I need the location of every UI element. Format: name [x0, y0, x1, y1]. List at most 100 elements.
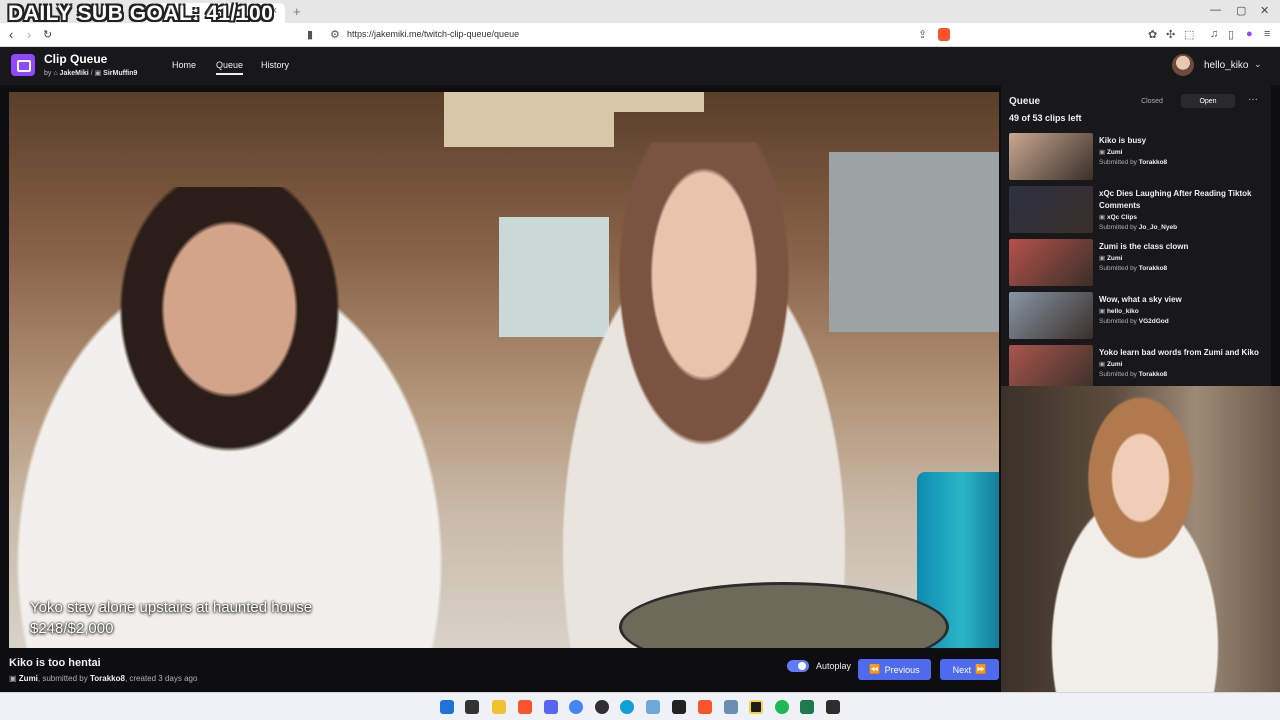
next-label: Next [952, 664, 972, 675]
app-icon[interactable] [672, 700, 686, 714]
maximize-icon[interactable]: ▢ [1236, 4, 1246, 17]
minimize-icon[interactable]: — [1210, 4, 1221, 16]
queue-item[interactable]: xQc Dies Laughing After Reading Tiktok C… [1009, 186, 1267, 234]
nav-history[interactable]: History [261, 60, 289, 70]
media-icon[interactable]: ♫ [1210, 28, 1218, 40]
share-icon[interactable]: ⇪ [918, 28, 927, 41]
window-close-icon[interactable]: ✕ [1260, 4, 1269, 17]
url-field[interactable]: https://jakemiki.me/twitch-clip-queue/qu… [347, 29, 519, 39]
twitch-icon: ▣ [94, 70, 102, 77]
queue-title: Queue [1009, 96, 1041, 107]
download-icon[interactable]: ⬚ [1184, 28, 1194, 41]
discord-icon[interactable] [544, 700, 558, 714]
clip-submitted-prefix: , submitted by [37, 674, 88, 683]
brave-icon[interactable] [518, 700, 532, 714]
menu-icon[interactable]: ≡ [1264, 28, 1270, 40]
video-caption: Yoko stay alone upstairs at haunted hous… [30, 599, 313, 616]
username[interactable]: hello_kiko [1204, 60, 1248, 71]
rewind-icon: ⏪ [869, 664, 881, 674]
back-icon[interactable]: ‹ [9, 27, 13, 42]
sub-goal-overlay: DAILY SUB GOAL: 41/100 [8, 2, 274, 25]
webcam-overlay [1001, 386, 1280, 692]
clip-thumbnail [1009, 292, 1093, 339]
previous-button[interactable]: ⏪ Previous [858, 659, 931, 680]
bookmark-icon[interactable]: ▮ [307, 28, 313, 41]
clip-thumbnail [1009, 239, 1093, 286]
clip-thumbnail [1009, 186, 1093, 233]
submitted-by-label: Submitted by [1099, 371, 1137, 378]
queue-item-channel-name: hello_kiko [1106, 308, 1139, 315]
queue-item-submitter-name: Torakko8 [1138, 265, 1168, 272]
app-icon[interactable] [724, 700, 738, 714]
forward-icon[interactable]: › [27, 27, 31, 42]
spotify-icon[interactable] [775, 700, 789, 714]
more-options-icon[interactable]: ··· [1248, 94, 1258, 105]
chrome-icon[interactable] [569, 700, 583, 714]
previous-label: Previous [884, 664, 920, 675]
brave-shields-icon[interactable] [938, 28, 950, 41]
app-title: Clip Queue [44, 52, 108, 66]
queue-item[interactable]: Kiko is busy ▣ Zumi Submitted by Torakko… [1009, 133, 1267, 181]
video-player[interactable]: Yoko stay alone upstairs at haunted hous… [9, 92, 999, 648]
app-icon[interactable] [646, 700, 660, 714]
app-logo-icon[interactable] [11, 54, 35, 76]
new-tab-icon[interactable]: + [293, 4, 301, 19]
app-icon[interactable] [749, 700, 763, 714]
clip-created: , created 3 days ago [124, 674, 198, 683]
site-info-icon[interactable]: ⚙ [330, 28, 340, 41]
app-credits: by ⌂ JakeMiki / ▣ SirMuffin9 [44, 69, 137, 77]
queue-item-submitter-name: VG2dGod [1138, 318, 1169, 325]
queue-item[interactable]: Zumi is the class clown ▣ Zumi Submitted… [1009, 239, 1267, 287]
clip-title: Kiko is too hentai [9, 657, 101, 669]
address-bar: ‹ › ↻ ▮ ⚙ https://jakemiki.me/twitch-cli… [0, 23, 1280, 47]
submitted-by-label: Submitted by [1099, 159, 1137, 166]
puzzle-icon[interactable]: ✣ [1166, 28, 1175, 41]
queue-panel: Queue Closed Open ··· 49 of 53 clips lef… [1001, 85, 1271, 386]
queue-closed-toggle[interactable]: Closed [1125, 94, 1179, 108]
queue-item-channel-name: Zumi [1106, 149, 1123, 156]
queue-item-title: xQc Dies Laughing After Reading Tiktok C… [1099, 189, 1252, 210]
queue-item-channel-name: Zumi [1106, 361, 1123, 368]
author-link[interactable]: JakeMiki [60, 70, 89, 77]
queue-item[interactable]: Yoko learn bad words from Zumi and Kiko … [1009, 345, 1267, 386]
nav-queue[interactable]: Queue [216, 60, 244, 75]
windows-start-icon[interactable] [440, 700, 454, 714]
clip-channel[interactable]: Zumi [19, 674, 38, 683]
avatar[interactable] [1172, 54, 1194, 76]
queue-item-channel: ▣ hello_kiko [1099, 308, 1139, 315]
task-view-icon[interactable] [465, 700, 479, 714]
chevron-down-icon[interactable]: ⌄ [1254, 59, 1262, 70]
kitchen-cabinet [614, 92, 704, 112]
queue-item-title: Zumi is the class clown [1099, 242, 1189, 251]
queue-item-channel-name: Zumi [1106, 255, 1123, 262]
submitted-by-label: Submitted by [1099, 224, 1137, 231]
person-right [514, 142, 894, 648]
queue-item-title: Yoko learn bad words from Zumi and Kiko [1099, 348, 1259, 357]
channel-icon: ▣ [9, 674, 17, 683]
extension-icon[interactable]: ✿ [1148, 28, 1157, 41]
person-left [9, 187, 499, 648]
autoplay-toggle[interactable] [787, 660, 809, 672]
next-button[interactable]: Next ⏩ [940, 659, 999, 680]
excel-icon[interactable] [800, 700, 814, 714]
video-donation-goal: $248/$2,000 [30, 620, 114, 637]
reload-icon[interactable]: ↻ [43, 28, 52, 41]
sidebar-icon[interactable]: ▯ [1228, 28, 1234, 41]
app-header: Clip Queue by ⌂ JakeMiki / ▣ SirMuffin9 … [0, 47, 1280, 85]
obs-icon[interactable] [595, 700, 609, 714]
submitted-by-label: Submitted by [1099, 318, 1137, 325]
queue-item[interactable]: Wow, what a sky view ▣ hello_kiko Submit… [1009, 292, 1267, 340]
queue-item-submitter-name: Jo_Jo_Nyeb [1138, 224, 1178, 231]
clip-thumbnail [1009, 345, 1093, 386]
by-label: by [44, 70, 52, 77]
queue-item-channel: ▣ Zumi [1099, 149, 1123, 156]
terminal-icon[interactable] [826, 700, 840, 714]
author-link[interactable]: SirMuffin9 [103, 70, 137, 77]
file-explorer-icon[interactable] [492, 700, 506, 714]
brave-icon[interactable] [698, 700, 712, 714]
nav-home[interactable]: Home [172, 60, 196, 70]
queue-count: 49 of 53 clips left [1009, 113, 1082, 123]
wallet-icon[interactable]: ● [1246, 28, 1253, 40]
queue-open-toggle[interactable]: Open [1181, 94, 1235, 108]
edge-icon[interactable] [620, 700, 634, 714]
